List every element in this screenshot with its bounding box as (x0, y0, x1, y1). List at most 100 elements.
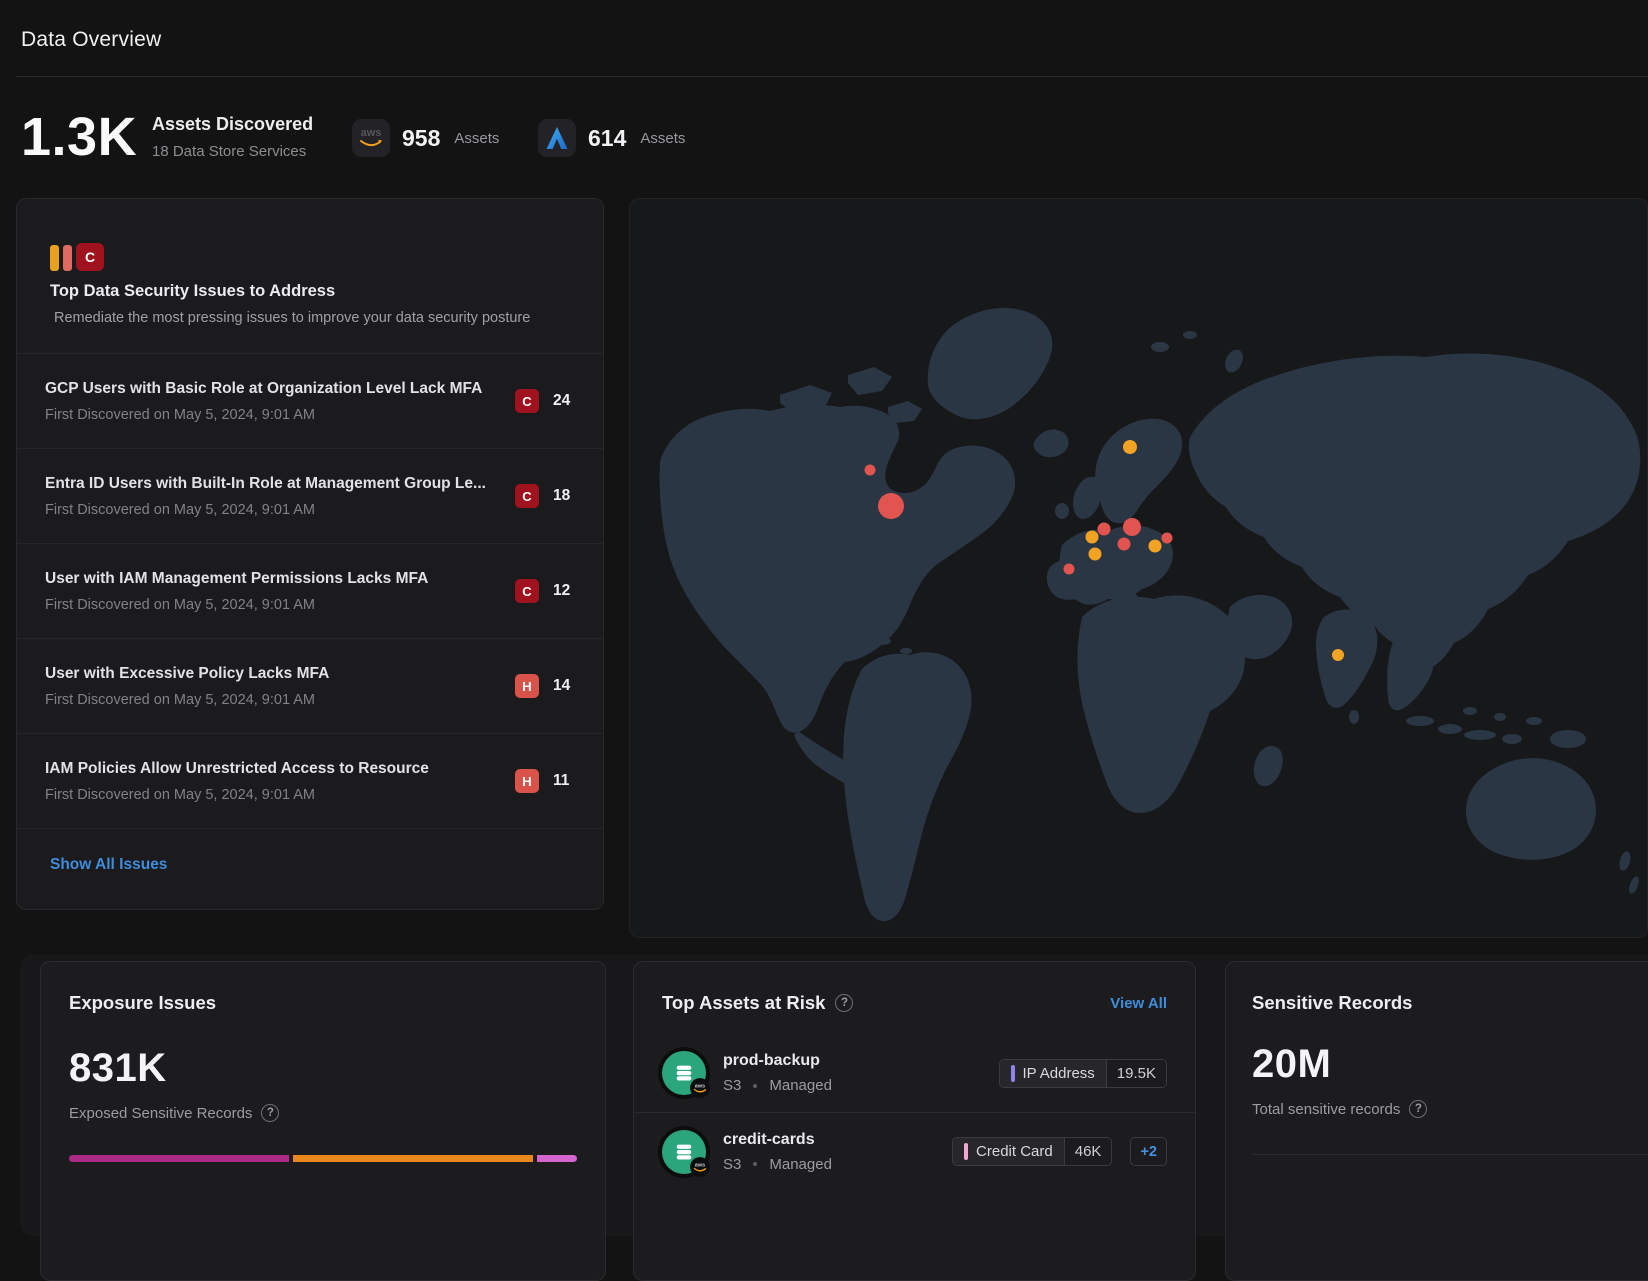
issue-texts: IAM Policies Allow Unrestricted Access t… (45, 760, 515, 803)
issue-count: 12 (553, 582, 570, 600)
asset-service: S3 (723, 1077, 741, 1094)
data-class-name: Credit Card (976, 1143, 1053, 1160)
issue-texts: Entra ID Users with Built-In Role at Man… (45, 475, 515, 518)
issue-texts: User with IAM Management Permissions Lac… (45, 570, 515, 613)
issue-title: GCP Users with Basic Role at Organizatio… (45, 380, 515, 398)
issue-count: 14 (553, 677, 570, 695)
map-location-marker[interactable] (1089, 548, 1102, 561)
asset-info: credit-cards S3 Managed (723, 1131, 832, 1173)
asset-avatar: aws (662, 1130, 706, 1174)
asset-managed-status: Managed (769, 1156, 832, 1173)
map-location-marker[interactable] (878, 493, 904, 519)
asset-avatar: aws (662, 1051, 706, 1095)
issue-first-discovered: First Discovered on May 5, 2024, 9:01 AM (45, 502, 515, 518)
aws-mini-icon: aws (690, 1157, 710, 1177)
landmass (660, 308, 1641, 921)
issue-severity-group: C 24 (515, 389, 577, 413)
issue-row[interactable]: GCP Users with Basic Role at Organizatio… (17, 353, 603, 448)
aws-icon: aws (352, 119, 390, 157)
issue-count: 18 (553, 487, 570, 505)
data-class-chip: Credit Card 46K (952, 1137, 1112, 1166)
more-classes-chip[interactable]: +2 (1130, 1137, 1167, 1166)
total-sensitive-label: Total sensitive records (1252, 1101, 1400, 1118)
map-location-marker[interactable] (1118, 538, 1131, 551)
issue-first-discovered: First Discovered on May 5, 2024, 9:01 AM (45, 597, 515, 613)
exposure-bar-segment (293, 1155, 533, 1162)
map-location-marker[interactable] (1098, 523, 1111, 536)
help-icon[interactable]: ? (835, 994, 853, 1012)
help-icon[interactable]: ? (261, 1104, 279, 1122)
dot-separator (753, 1084, 757, 1088)
data-class-color-bar (964, 1143, 968, 1160)
issue-title: User with Excessive Policy Lacks MFA (45, 665, 515, 683)
asset-subtitle: S3 Managed (723, 1077, 832, 1094)
map-location-marker[interactable] (1064, 564, 1075, 575)
data-class-count: 46K (1064, 1138, 1112, 1165)
issue-first-discovered: First Discovered on May 5, 2024, 9:01 AM (45, 787, 515, 803)
map-location-marker[interactable] (865, 465, 876, 476)
map-location-marker[interactable] (1123, 440, 1137, 454)
top-assets-at-risk-panel: Top Assets at Risk ? View All aws prod-ba… (633, 961, 1196, 1281)
asset-row[interactable]: aws prod-backup S3 Managed IP Address19.5K (634, 1034, 1195, 1112)
page-title: Data Overview (21, 28, 161, 52)
provider-mini-badge: aws (690, 1078, 710, 1098)
critical-badge-icon: C (76, 243, 104, 271)
data-class-color-bar (1011, 1065, 1015, 1082)
map-location-marker[interactable] (1149, 540, 1162, 553)
issues-panel-title: Top Data Security Issues to Address (50, 282, 570, 301)
asset-tags: Credit Card 46K +2 (952, 1137, 1167, 1166)
map-location-marker[interactable] (1123, 518, 1141, 536)
dot-separator (753, 1162, 757, 1166)
issue-count: 11 (553, 772, 569, 790)
severity-badge: H (515, 674, 539, 698)
svg-text:aws: aws (695, 1162, 705, 1168)
issue-count: 24 (553, 392, 570, 410)
exposed-records-label: Exposed Sensitive Records (69, 1105, 252, 1122)
map-location-marker[interactable] (1162, 533, 1173, 544)
help-icon[interactable]: ? (1409, 1100, 1427, 1118)
issue-title: Entra ID Users with Built-In Role at Man… (45, 475, 515, 493)
asset-name: credit-cards (723, 1131, 832, 1149)
asset-tags: IP Address19.5K (999, 1059, 1167, 1088)
exposure-issues-title: Exposure Issues (69, 992, 577, 1014)
azure-asset-unit: Assets (640, 130, 685, 147)
exposure-bar-segment (537, 1155, 577, 1162)
aws-asset-count: 958 (402, 125, 440, 152)
panel-divider (1252, 1154, 1648, 1155)
issue-row[interactable]: User with IAM Management Permissions Lac… (17, 543, 603, 638)
issue-row[interactable]: Entra ID Users with Built-In Role at Man… (17, 448, 603, 543)
assets-discovered-label: Assets Discovered (152, 114, 313, 135)
exposure-distribution-bar (69, 1155, 577, 1162)
issue-first-discovered: First Discovered on May 5, 2024, 9:01 AM (45, 407, 515, 423)
issue-first-discovered: First Discovered on May 5, 2024, 9:01 AM (45, 692, 515, 708)
asset-name: prod-backup (723, 1052, 832, 1070)
issue-severity-group: C18 (515, 484, 577, 508)
issue-texts: GCP Users with Basic Role at Organizatio… (45, 380, 515, 423)
severity-stack-icon: C (50, 243, 110, 273)
top-assets-title: Top Assets at Risk (662, 992, 825, 1014)
assets-discovered-count: 1.3K (21, 106, 137, 168)
issue-title: User with IAM Management Permissions Lac… (45, 570, 515, 588)
severity-badge: H (515, 769, 539, 793)
assets-discovered-labels: Assets Discovered 18 Data Store Services (152, 114, 313, 160)
issue-row[interactable]: User with Excessive Policy Lacks MFA Firs… (17, 638, 603, 733)
aws-mini-icon: aws (690, 1078, 710, 1098)
issues-list: GCP Users with Basic Role at Organizatio… (17, 353, 603, 828)
exposure-bar-segment (69, 1155, 289, 1162)
world-map-illustration (630, 199, 1648, 938)
issues-panel-header: C Top Data Security Issues to Address Re… (17, 199, 603, 353)
asset-service: S3 (723, 1156, 741, 1173)
map-location-marker[interactable] (1332, 649, 1344, 661)
svg-text:aws: aws (695, 1084, 705, 1090)
map-location-marker[interactable] (1086, 531, 1099, 544)
header-divider (16, 76, 1648, 77)
asset-row[interactable]: aws credit-cards S3 Managed Credit Card 46K +2 (634, 1112, 1195, 1190)
asset-managed-status: Managed (769, 1077, 832, 1094)
issue-texts: User with Excessive Policy Lacks MFA Firs… (45, 665, 515, 708)
view-all-link[interactable]: View All (1110, 995, 1167, 1012)
asset-subtitle: S3 Managed (723, 1156, 832, 1173)
data-class-chip: IP Address19.5K (999, 1059, 1167, 1088)
issue-row[interactable]: IAM Policies Allow Unrestricted Access t… (17, 733, 603, 828)
show-all-issues-link[interactable]: Show All Issues (50, 856, 167, 873)
severity-badge: C (515, 389, 539, 413)
